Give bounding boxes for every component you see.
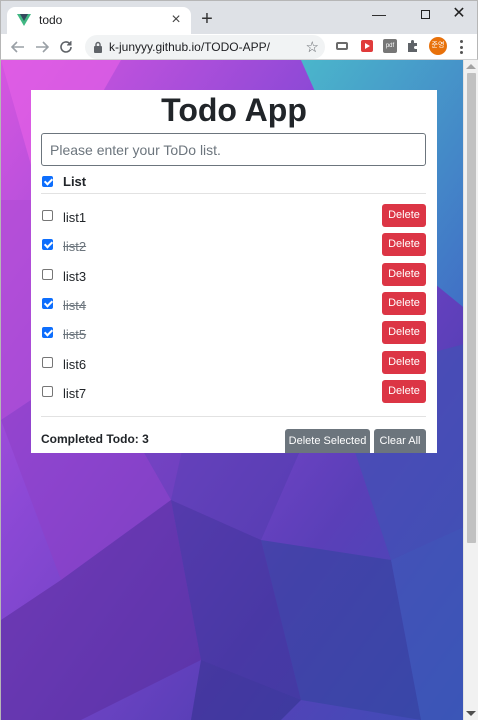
media-extension-icon[interactable] [360, 39, 374, 55]
delete-selected-button[interactable]: Delete Selected [285, 429, 370, 453]
profile-avatar[interactable]: 준영 [429, 37, 447, 55]
todo-checkbox[interactable] [42, 386, 53, 397]
todo-label: list1 [63, 210, 87, 225]
vue-logo-icon [17, 14, 31, 26]
delete-button[interactable]: Delete [382, 292, 426, 315]
browser-toolbar: k-junyyy.github.io/TODO-APP/ ☆ pdf 준영 [0, 34, 478, 60]
clear-all-button[interactable]: Clear All [374, 429, 426, 453]
todo-item: list3 Delete [41, 262, 426, 291]
todo-checkbox[interactable] [42, 327, 53, 338]
todo-label: list6 [63, 357, 87, 372]
todo-card: Todo App List list1 Delete list2 Delete … [31, 90, 437, 453]
extension-icon[interactable] [335, 39, 349, 55]
url-text: k-junyyy.github.io/TODO-APP/ [109, 40, 270, 54]
delete-button[interactable]: Delete [382, 233, 426, 256]
todo-label: list5 [63, 327, 87, 342]
browser-tab-strip: todo × + — ✕ [0, 0, 478, 35]
todo-item: list2 Delete [41, 232, 426, 261]
todo-item: list7 Delete [41, 379, 426, 408]
page-viewport: Todo App List list1 Delete list2 Delete … [0, 60, 478, 720]
todo-checkbox[interactable] [42, 210, 53, 221]
tab-close-icon[interactable]: × [167, 11, 185, 29]
scroll-up-icon[interactable] [466, 64, 476, 69]
delete-button[interactable]: Delete [382, 351, 426, 374]
todo-checkbox[interactable] [42, 239, 53, 250]
browser-tab[interactable]: todo × [7, 7, 191, 35]
back-icon[interactable] [7, 36, 29, 58]
todo-label: list4 [63, 298, 87, 313]
todo-label: list3 [63, 269, 87, 284]
delete-button[interactable]: Delete [382, 380, 426, 403]
tab-title: todo [39, 13, 63, 27]
todo-item: list4 Delete [41, 291, 426, 320]
minimize-icon[interactable]: — [359, 1, 399, 29]
todo-item: list1 Delete [41, 203, 426, 232]
vertical-scrollbar[interactable] [463, 60, 478, 720]
todo-item: list5 Delete [41, 320, 426, 349]
forward-icon[interactable] [31, 36, 53, 58]
delete-button[interactable]: Delete [382, 263, 426, 286]
pdf-extension-icon[interactable]: pdf [383, 39, 397, 53]
footer-divider [41, 416, 426, 417]
completed-count: Completed Todo: 3 [41, 432, 149, 446]
todo-label: list7 [63, 386, 87, 401]
window-close-icon[interactable]: ✕ [439, 1, 478, 29]
todo-checkbox[interactable] [42, 269, 53, 280]
new-tab-icon[interactable]: + [197, 9, 217, 29]
list-header: List [41, 172, 426, 194]
puzzle-icon[interactable] [406, 39, 420, 55]
address-bar[interactable]: k-junyyy.github.io/TODO-APP/ ☆ [85, 35, 325, 59]
delete-button[interactable]: Delete [382, 204, 426, 227]
todo-input[interactable] [41, 133, 426, 166]
delete-button[interactable]: Delete [382, 321, 426, 344]
scroll-down-icon[interactable] [466, 711, 476, 716]
lock-icon [94, 41, 102, 53]
todo-checkbox[interactable] [42, 298, 53, 309]
select-all-checkbox[interactable] [42, 176, 53, 187]
todo-checkbox[interactable] [42, 357, 53, 368]
menu-kebab-icon[interactable] [456, 39, 466, 55]
reload-icon[interactable] [55, 36, 77, 58]
bookmark-star-icon[interactable]: ☆ [306, 38, 319, 56]
app-title: Todo App [161, 92, 307, 128]
list-header-label: List [63, 174, 87, 189]
todo-label: list2 [63, 239, 87, 254]
scroll-thumb[interactable] [467, 73, 476, 543]
todo-item: list6 Delete [41, 350, 426, 379]
